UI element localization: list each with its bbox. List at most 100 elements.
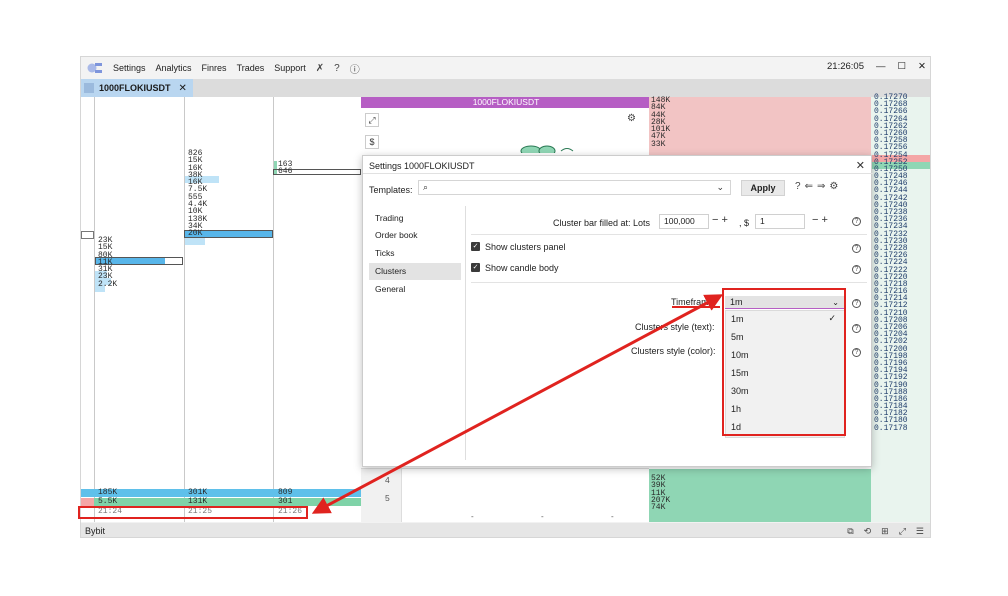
dash-marker: -	[471, 512, 474, 521]
tab-label: 1000FLOKIUSDT	[99, 83, 171, 93]
ask-volumes: 148K 84K 44K 28K 101K 47K 33K	[651, 96, 670, 149]
apply-button[interactable]: Apply	[741, 180, 785, 196]
menu-finres[interactable]: Finres	[202, 63, 227, 73]
clock: 21:26:05	[827, 61, 864, 72]
menu-bar: Settings Analytics Finres Trades Support…	[81, 57, 930, 79]
cluster-column-2: 826 15K 16K 38K 16K 7.5K 555 4.4K 10K 13…	[188, 149, 207, 238]
cluster-column-1: 23K 15K 80K 11K 31K 23K 2.2K	[98, 236, 118, 289]
cluster-bar-label: Cluster bar filled at: Lots	[553, 218, 651, 228]
menu-settings[interactable]: Settings	[113, 63, 146, 73]
nav-general[interactable]: General	[369, 281, 461, 298]
cluster-delta-row: 5.5K 131K 301	[81, 498, 361, 506]
cluster-delta-cell: 301	[278, 497, 293, 506]
cluster-highlight	[81, 231, 94, 239]
dash-marker: -	[541, 512, 544, 521]
clusters-style-color-label: Clusters style (color):	[631, 346, 716, 356]
cluster-total-cell: 809	[278, 488, 293, 497]
plus-icon[interactable]: +	[721, 214, 727, 226]
price-ladder: 0.17270 0.17268 0.17266 0.17264 0.17262 0.172…	[871, 93, 930, 522]
help-icon[interactable]: ?	[852, 348, 861, 357]
layout-icon[interactable]: ☰	[916, 526, 924, 537]
dollar-stepper[interactable]: − +	[812, 214, 828, 226]
chart-settings-icon[interactable]: ⚙	[627, 113, 636, 124]
nav-ticks[interactable]: Ticks	[369, 245, 461, 262]
nav-clusters[interactable]: Clusters	[369, 263, 461, 280]
show-clusters-checkbox[interactable]: ✓	[471, 242, 480, 251]
tab-1000flokiusdt[interactable]: 1000FLOKIUSDT ✕	[81, 79, 193, 97]
help-icon[interactable]: ?	[852, 217, 861, 226]
pin-off-icon[interactable]: ✗	[316, 63, 324, 74]
cluster-total-cell: 301K	[188, 488, 208, 497]
header-icons: ?⇐⇒⚙	[795, 181, 842, 192]
menu-analytics[interactable]: Analytics	[156, 63, 192, 73]
dash-marker: -	[611, 512, 614, 521]
nav-trading[interactable]: Trading	[369, 210, 461, 227]
export-icon[interactable]: ⇒	[817, 181, 829, 192]
help-icon[interactable]: ?	[852, 244, 861, 253]
row-labels: 4 5	[361, 469, 401, 522]
info-icon[interactable]: ⓘ	[350, 61, 360, 76]
dropdown-highlight-box	[722, 288, 846, 436]
column-divider	[94, 97, 95, 522]
chevron-down-icon: ⌄	[716, 182, 724, 192]
dollar-label: , $	[739, 218, 750, 228]
show-clusters-label: Show clusters panel	[485, 242, 566, 252]
templates-label: Templates:	[369, 185, 413, 195]
cluster-total-cell: 185K	[98, 488, 118, 497]
plus-icon[interactable]: +	[821, 214, 827, 226]
divider	[363, 173, 873, 174]
help-icon[interactable]: ?	[852, 265, 861, 274]
tab-close-icon[interactable]: ✕	[179, 83, 187, 94]
candle-bubbles	[520, 145, 574, 153]
row-label: 4	[385, 475, 390, 485]
status-icons: ⧉ ⟲ ⊞ ⤢ ☰	[847, 526, 924, 537]
nav-order-book[interactable]: Order book	[369, 227, 461, 244]
lots-stepper[interactable]: − +	[712, 214, 728, 226]
templates-select[interactable]: ⌕ ⌄	[418, 180, 731, 195]
divider	[471, 282, 867, 283]
exchange-label: Bybit	[85, 526, 106, 536]
times-highlight-box	[78, 506, 308, 519]
link-icon[interactable]: ⟲	[864, 526, 872, 537]
ask-volume: 33K	[651, 139, 666, 149]
dialog-close-icon[interactable]: ✕	[856, 159, 865, 172]
asks-area	[649, 97, 873, 155]
app-logo-icon	[87, 63, 102, 73]
divider	[471, 234, 867, 235]
dollar-button[interactable]: $	[365, 135, 379, 149]
timeframe-label: Timeframe:	[671, 297, 717, 307]
dialog-title: Settings 1000FLOKIUSDT	[369, 161, 475, 171]
maximize-icon[interactable]: ☐	[898, 61, 907, 72]
menu-trades[interactable]: Trades	[237, 63, 265, 73]
lots-input[interactable]: 100,000	[659, 214, 709, 229]
window-controls: 21:26:05 — ☐ ✕	[827, 61, 926, 72]
price-level[interactable]: 0.17178	[871, 424, 930, 432]
cluster-volume-bar	[185, 238, 205, 245]
cluster-cell: 2.2K	[98, 279, 118, 289]
status-bar: Bybit ⧉ ⟲ ⊞ ⤢ ☰	[81, 523, 930, 537]
dollar-input[interactable]: 1	[755, 214, 805, 229]
import-icon[interactable]: ⇐	[805, 181, 817, 192]
expand-icon[interactable]: ⤢	[365, 113, 379, 127]
show-candle-label: Show candle body	[485, 263, 559, 273]
cluster-delta-cell: 5.5K	[98, 497, 118, 506]
price-list: 0.17270 0.17268 0.17266 0.17264 0.17262 0.172…	[871, 93, 930, 432]
bid-volumes: 52K 39K 11K 207K 74K	[651, 474, 670, 512]
help-icon[interactable]: ?	[795, 181, 805, 192]
menu-support[interactable]: Support	[274, 63, 306, 73]
screenshot-icon[interactable]: ⧉	[847, 526, 853, 537]
help-icon[interactable]: ?	[334, 63, 340, 74]
clusters-style-text-label: Clusters style (text):	[635, 322, 715, 332]
cluster-cell: 646	[278, 167, 293, 177]
show-candle-checkbox[interactable]: ✓	[471, 263, 480, 272]
add-panel-icon[interactable]: ⊞	[881, 526, 889, 537]
bids-area	[649, 469, 873, 522]
expand-icon[interactable]: ⤢	[899, 526, 906, 537]
tab-icon	[84, 83, 94, 93]
close-icon[interactable]: ✕	[918, 61, 926, 72]
minimize-icon[interactable]: —	[876, 61, 886, 72]
cluster-total-row: 185K 301K 809	[81, 489, 361, 497]
help-icon[interactable]: ?	[852, 299, 861, 308]
help-icon[interactable]: ?	[852, 324, 861, 333]
gear-icon[interactable]: ⚙	[829, 181, 842, 192]
